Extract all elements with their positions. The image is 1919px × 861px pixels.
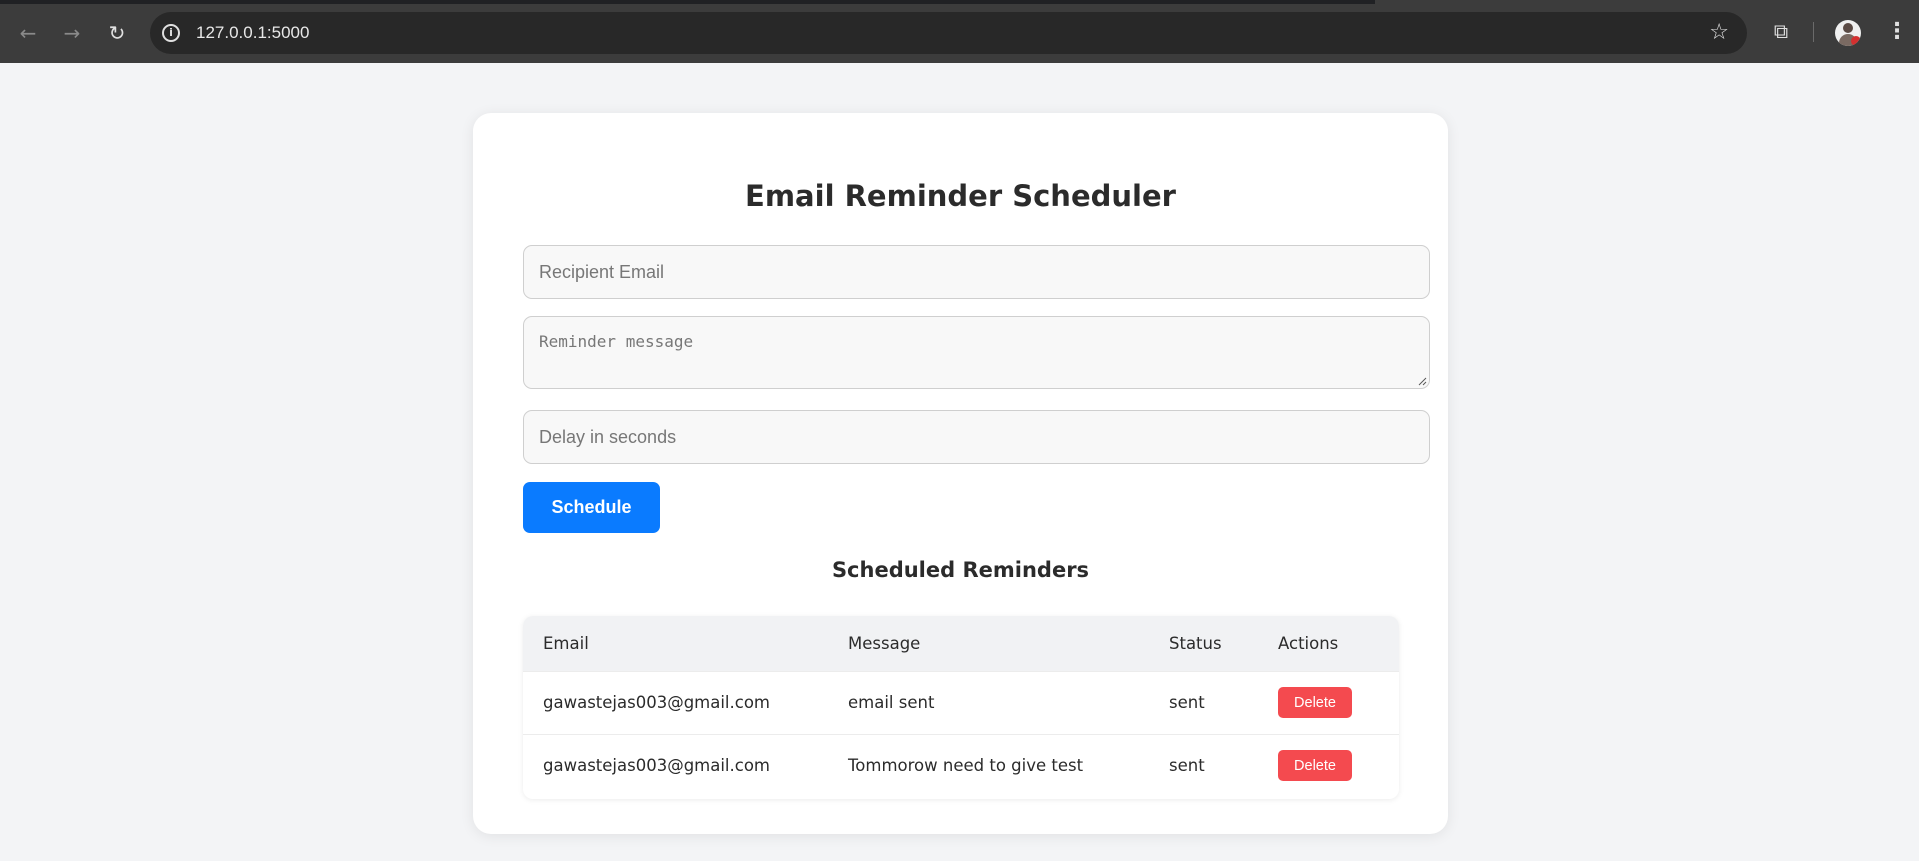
cell-message: Tommorow need to give test [848, 756, 1084, 776]
arrow-right-icon: → [63, 21, 81, 45]
browser-toolbar: ← → ↻ i 127.0.0.1:5000 ☆ ⧉ ⋮ [0, 0, 1919, 63]
reminders-table: Email Message Status Actions gawastejas0… [523, 616, 1399, 799]
table-header-row: Email Message Status Actions [523, 616, 1399, 671]
column-header-email: Email [543, 633, 589, 653]
arrow-left-icon: ← [19, 21, 37, 45]
resize-grip-icon[interactable] [1417, 376, 1427, 386]
delay-seconds-input[interactable] [523, 410, 1430, 464]
reload-button[interactable]: ↻ [107, 18, 127, 48]
puzzle-icon[interactable]: ⧉ [1770, 20, 1792, 42]
reminders-section-title: Scheduled Reminders [831, 558, 1090, 582]
forward-button[interactable]: → [62, 18, 82, 48]
active-tab[interactable] [1375, 0, 1919, 4]
column-header-status: Status [1169, 633, 1222, 653]
reminder-message-textarea[interactable] [523, 316, 1430, 389]
table-row: gawastejas003@gmail.com Tommorow need to… [523, 734, 1399, 797]
info-icon[interactable]: i [162, 24, 180, 42]
column-header-message: Message [848, 633, 921, 653]
cell-actions: Delete [1258, 734, 1399, 797]
reload-icon: ↻ [108, 21, 126, 45]
kebab-menu-icon[interactable]: ⋮ [1886, 18, 1908, 46]
avatar-status-dot [1851, 36, 1861, 46]
avatar-head [1843, 23, 1853, 33]
url-text[interactable]: 127.0.0.1:5000 [196, 23, 309, 43]
back-button[interactable]: ← [18, 18, 38, 48]
cell-email: gawastejas003@gmail.com [543, 693, 771, 712]
delete-button[interactable]: Delete [1278, 687, 1352, 718]
cell-message: email sent [848, 693, 935, 712]
star-icon[interactable]: ☆ [1709, 18, 1729, 48]
table-row: gawastejas003@gmail.com email sent sent … [523, 671, 1399, 734]
schedule-button[interactable]: Schedule [523, 482, 660, 533]
avatar[interactable] [1835, 20, 1861, 46]
delete-button[interactable]: Delete [1278, 750, 1352, 782]
column-header-actions: Actions [1278, 633, 1339, 653]
cell-actions: Delete [1258, 671, 1399, 734]
recipient-email-input[interactable] [523, 245, 1430, 299]
cell-status: sent [1169, 693, 1205, 712]
scheduler-card: Email Reminder Scheduler Schedule Schedu… [473, 113, 1448, 834]
address-bar[interactable]: i 127.0.0.1:5000 ☆ [150, 12, 1747, 54]
toolbar-divider [1813, 22, 1814, 42]
page-title: Email Reminder Scheduler [745, 179, 1176, 213]
cell-status: sent [1169, 756, 1205, 776]
cell-email: gawastejas003@gmail.com [543, 756, 771, 776]
tab-strip [0, 0, 1919, 4]
